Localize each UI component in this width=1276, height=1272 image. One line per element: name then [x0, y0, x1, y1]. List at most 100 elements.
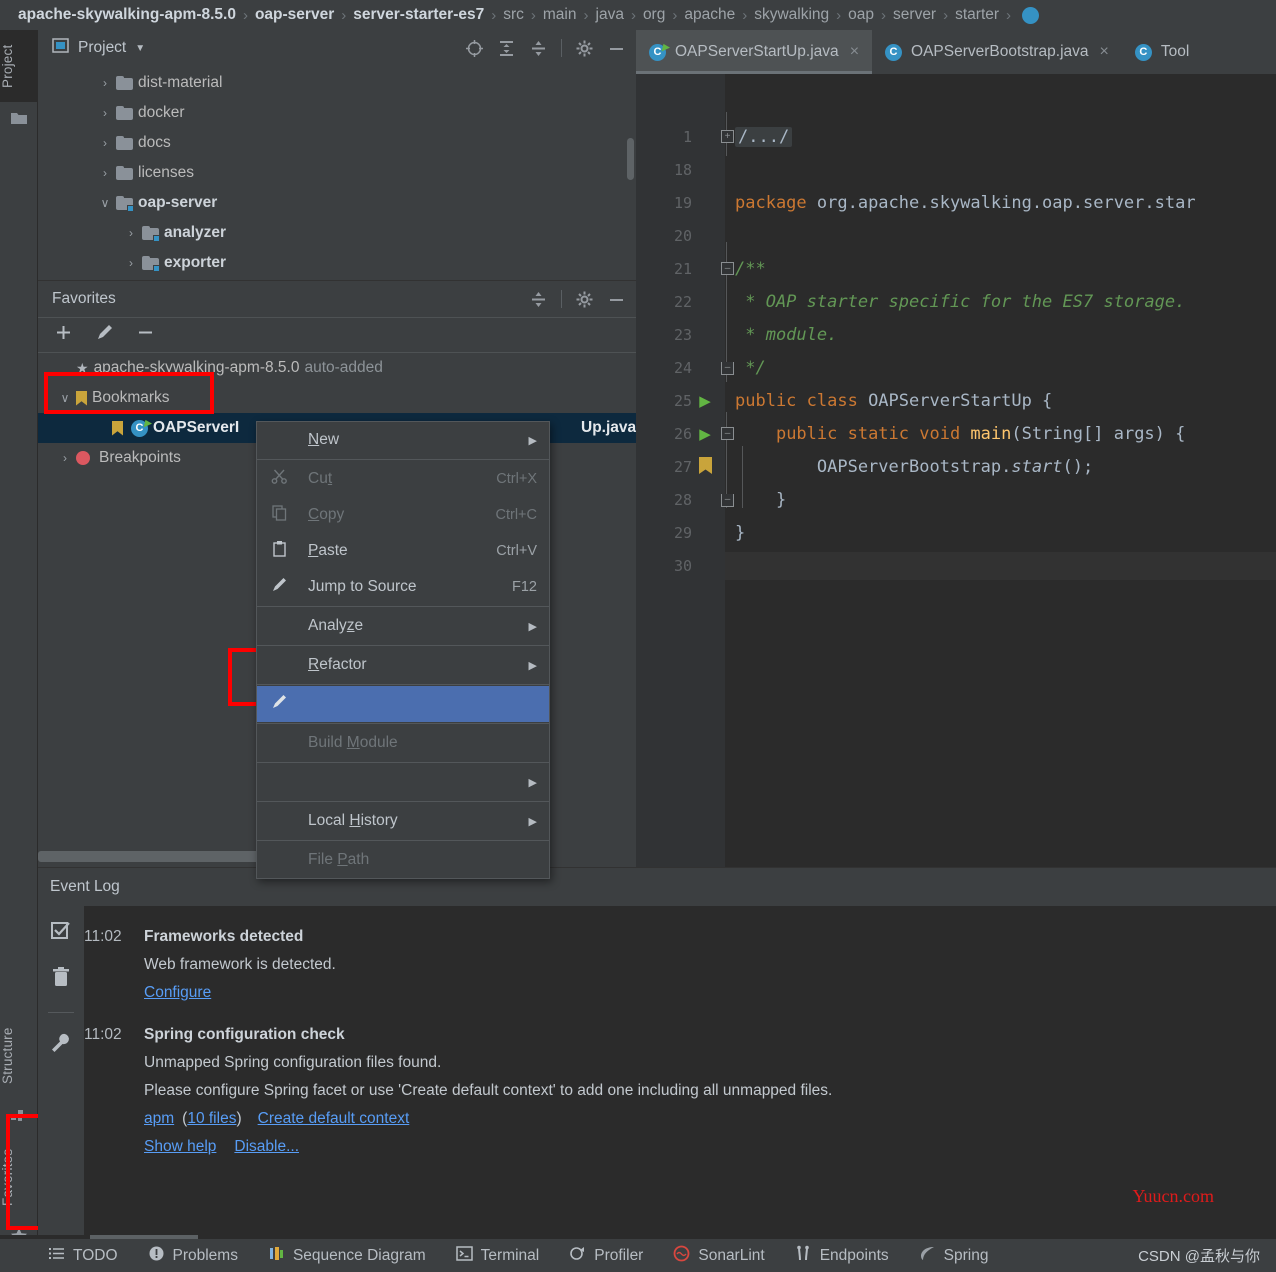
close-icon[interactable]: × [1100, 43, 1109, 61]
menu-item-build-module[interactable]: Build Module [257, 725, 549, 761]
tree-node-licenses[interactable]: › licenses [38, 158, 636, 188]
breadcrumb-item-9[interactable]: oap [848, 6, 874, 24]
configure-link[interactable]: Configure [144, 984, 211, 1002]
gear-icon[interactable] [575, 290, 594, 309]
sidebar-item-favorites[interactable]: Favorites [0, 1135, 38, 1220]
disable-link[interactable]: Disable... [234, 1138, 299, 1156]
sidebar-item-project[interactable]: Project [0, 30, 38, 102]
tab-Tool[interactable]: C Tool [1122, 30, 1202, 74]
collapse-all-icon[interactable] [529, 39, 548, 58]
breadcrumb-item-4[interactable]: main [543, 6, 577, 24]
chevron-down-icon[interactable]: ∨ [54, 391, 76, 405]
breadcrumb-item-10[interactable]: server [893, 6, 936, 24]
show-help-link[interactable]: Show help [144, 1138, 216, 1156]
menu-item-new[interactable]: New ▶ [257, 422, 549, 458]
add-icon[interactable] [54, 323, 73, 347]
tree-node-docker[interactable]: › docker [38, 98, 636, 128]
status-item-problems[interactable]: Problems [148, 1245, 238, 1267]
mark-read-icon[interactable] [50, 920, 72, 947]
menu-item-paste[interactable]: Paste Ctrl+V [257, 533, 549, 569]
chevron-right-icon[interactable]: › [94, 166, 116, 180]
tab-OAPServerBootstrap[interactable]: C OAPServerBootstrap.java × [872, 30, 1122, 74]
status-item-spring[interactable]: Spring [919, 1245, 989, 1267]
chevron-down-icon[interactable]: ∨ [94, 196, 116, 210]
tree-node-exporter[interactable]: › exporter [38, 248, 636, 278]
tree-node-oap-server[interactable]: ∨ oap-server [38, 188, 636, 218]
status-item-endpoints[interactable]: Endpoints [795, 1245, 889, 1267]
status-item-todo[interactable]: TODO [48, 1245, 118, 1267]
expand-all-icon[interactable] [497, 39, 516, 58]
bookmark-gutter-icon[interactable] [694, 457, 716, 479]
fold-collapse-icon[interactable]: – [721, 427, 734, 440]
collapse-all-icon[interactable] [529, 290, 548, 309]
sidebar-item-structure[interactable]: Structure [0, 1015, 38, 1097]
menu-item-file-path[interactable]: File Path [257, 842, 549, 878]
favorites-horizontal-scrollbar[interactable] [38, 851, 266, 862]
breadcrumb-item-7[interactable]: apache [684, 6, 735, 24]
structure-icon[interactable] [9, 1105, 29, 1125]
breadcrumb-item-8[interactable]: skywalking [754, 6, 829, 24]
tree-node-dist-material[interactable]: › dist-material [38, 68, 636, 98]
menu-item-analyze[interactable]: Analyze ▶ [257, 608, 549, 644]
tree-node-analyzer[interactable]: › analyzer [38, 218, 636, 248]
menu-item-jump-to-source[interactable]: Jump to Source F12 [257, 569, 549, 605]
chevron-right-icon[interactable]: › [120, 226, 142, 240]
project-tree-scrollbar[interactable] [627, 138, 634, 180]
status-item-sequence-diagram[interactable]: Sequence Diagram [268, 1245, 426, 1267]
fold-collapse-icon[interactable]: – [721, 262, 734, 275]
menu-item-copy[interactable]: Copy Ctrl+C [257, 497, 549, 533]
tree-node-docs[interactable]: › docs [38, 128, 636, 158]
breadcrumb-item-5[interactable]: java [596, 6, 624, 24]
minimize-icon[interactable] [607, 290, 626, 309]
settings-wrench-icon[interactable] [50, 1032, 72, 1059]
chevron-down-icon[interactable]: ▼ [135, 43, 145, 54]
breadcrumb-item-0[interactable]: apache-skywalking-apm-8.5.0 [18, 6, 236, 24]
chevron-right-icon[interactable]: › [54, 451, 76, 465]
endpoints-icon [795, 1245, 812, 1267]
trash-icon[interactable] [50, 966, 72, 993]
edit-icon[interactable] [95, 323, 114, 347]
event-log-body[interactable]: 11:02 Frameworks detected Web framework … [84, 906, 1276, 1235]
code-line: /** [735, 259, 766, 279]
breadcrumb-item-6[interactable]: org [643, 6, 665, 24]
project-folder-icon[interactable] [9, 108, 29, 128]
menu-item-refactor[interactable]: Refactor ▶ [257, 647, 549, 683]
breadcrumb-item-1[interactable]: oap-server [255, 6, 334, 24]
status-item-sonarlint[interactable]: SonarLint [673, 1245, 764, 1267]
tab-OAPServerStartUp[interactable]: C▶ OAPServerStartUp.java × [636, 30, 872, 74]
status-item-profiler[interactable]: Profiler [569, 1245, 643, 1267]
close-icon[interactable]: × [850, 43, 859, 61]
code-area[interactable]: 1 + /.../ 18 19 package org.apache.skywa… [636, 74, 1276, 867]
breadcrumb-separator: › [584, 7, 589, 24]
fold-end-icon[interactable]: – [721, 494, 734, 507]
submenu-arrow-icon: ▶ [529, 776, 537, 789]
java-class-icon: C [1135, 44, 1152, 61]
remove-icon[interactable] [136, 323, 155, 347]
apm-link[interactable]: apm [144, 1110, 174, 1128]
menu-item-local-history[interactable]: Local History ▶ [257, 803, 549, 839]
menu-item-edit-description[interactable] [257, 686, 549, 722]
chevron-right-icon[interactable]: › [94, 106, 116, 120]
breadcrumb-item-2[interactable]: server-starter-es7 [353, 6, 484, 24]
gear-icon[interactable] [575, 39, 594, 58]
files-count-link[interactable]: 10 files [187, 1110, 236, 1128]
menu-item-cut[interactable]: Cut Ctrl+X [257, 461, 549, 497]
locate-icon[interactable] [465, 39, 484, 58]
run-gutter-icon[interactable]: ▶ [694, 425, 716, 443]
run-gutter-icon[interactable]: ▶ [694, 392, 716, 410]
create-default-context-link[interactable]: Create default context [258, 1110, 410, 1128]
favorites-root-row[interactable]: ★ apache-skywalking-apm-8.5.0 auto-added [38, 353, 636, 383]
bookmarks-group-row[interactable]: ∨ Bookmarks [38, 383, 636, 413]
menu-item-open-in[interactable]: ▶ [257, 764, 549, 800]
fold-plus-icon[interactable]: + [721, 130, 734, 143]
project-panel-title[interactable]: Project [78, 39, 126, 57]
minimize-icon[interactable] [607, 39, 626, 58]
fold-end-icon[interactable]: – [721, 362, 734, 375]
status-item-terminal[interactable]: Terminal [456, 1245, 540, 1267]
breadcrumb-item-11[interactable]: starter [955, 6, 999, 24]
chevron-right-icon[interactable]: › [94, 76, 116, 90]
line-number: 28 [636, 491, 692, 509]
breadcrumb-item-3[interactable]: src [503, 6, 524, 24]
chevron-right-icon[interactable]: › [120, 256, 142, 270]
chevron-right-icon[interactable]: › [94, 136, 116, 150]
